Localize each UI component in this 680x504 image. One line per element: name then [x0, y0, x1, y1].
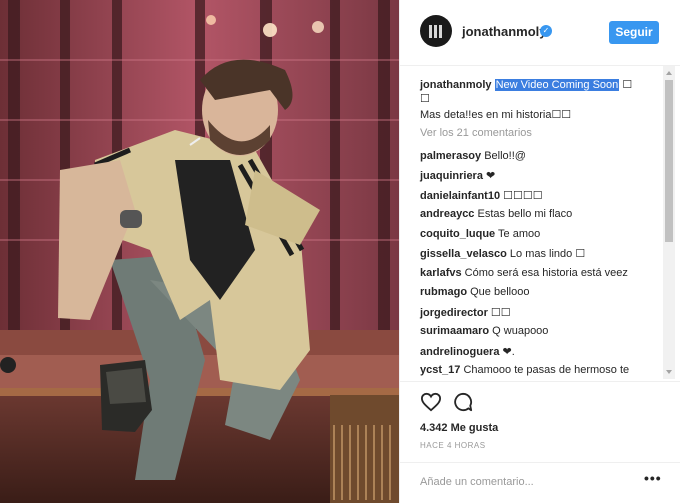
- comment-text: Q wuapooo: [492, 325, 549, 337]
- scroll-down-arrow-icon[interactable]: [666, 370, 672, 374]
- follow-button[interactable]: Seguir: [609, 21, 659, 44]
- caption-line-2: ☐: [420, 93, 430, 105]
- comment: andrelinoguera ❤.: [420, 345, 515, 358]
- comment-username[interactable]: andrelinoguera: [420, 346, 499, 358]
- comment-icon[interactable]: [453, 392, 473, 417]
- comment: rubmago Que bellooo: [420, 286, 529, 298]
- comment-text: Lo mas lindo ☐: [509, 248, 586, 260]
- comment-text: Bello!!@: [484, 150, 526, 162]
- comment-text: Estas bello mi flaco: [477, 208, 573, 220]
- comment-text: Cómo será esa historia está veez: [464, 267, 628, 279]
- comment-username[interactable]: juaquinriera: [420, 170, 483, 182]
- comment: danielainfant10 ☐☐☐☐: [420, 189, 543, 202]
- comment-text: ❤.: [502, 346, 515, 358]
- caption-username[interactable]: jonathanmoly: [420, 79, 492, 91]
- scroll-up-arrow-icon[interactable]: [666, 71, 672, 75]
- comment: karlafvs Cómo será esa historia está vee…: [420, 267, 628, 279]
- comment-text: Te amoo: [498, 228, 541, 240]
- post-actions: 4.342 Me gusta HACE 4 HORAS: [400, 381, 680, 462]
- comment: ycst_17 Chamooo te pasas de hermoso te: [420, 364, 629, 376]
- comment: gissella_velasco Lo mas lindo ☐: [420, 247, 585, 260]
- comment-username[interactable]: surimaamaro: [420, 325, 489, 337]
- caption: jonathanmoly New Video Coming Soon ☐: [420, 78, 632, 91]
- comment-username[interactable]: rubmago: [420, 286, 467, 298]
- likes-count[interactable]: 4.342 Me gusta: [420, 422, 498, 434]
- comment-text: ☐☐: [490, 307, 511, 319]
- header-username[interactable]: jonathanmoly: [462, 24, 547, 39]
- comment-username[interactable]: andreaycc: [420, 208, 474, 220]
- caption-line-3: Mas deta!!es en mi historia☐☐: [420, 109, 572, 121]
- comment-username[interactable]: ycst_17: [420, 364, 460, 376]
- view-all-comments-link[interactable]: Ver los 21 comentarios: [420, 127, 532, 139]
- more-options-icon[interactable]: •••: [644, 470, 662, 486]
- comments-list: jonathanmoly New Video Coming Soon ☐ ☐ M…: [400, 66, 662, 379]
- comment-text: ☐☐☐☐: [503, 190, 543, 202]
- comments-scrollbar[interactable]: [663, 66, 675, 379]
- add-comment-bar: Añade un comentario... •••: [400, 462, 680, 504]
- comment-username[interactable]: karlafvs: [420, 267, 462, 279]
- post-photo[interactable]: [0, 0, 399, 503]
- comment-username[interactable]: palmerasoy: [420, 150, 481, 162]
- post-sidebar: jonathanmoly ✓ Seguir jonathanmoly New V…: [399, 0, 680, 503]
- comment: jorgedirector ☐☐: [420, 306, 511, 319]
- avatar[interactable]: [420, 15, 452, 47]
- caption-highlight: New Video Coming Soon: [494, 79, 620, 91]
- comment: coquito_luque Te amoo: [420, 228, 540, 240]
- comment-text: Chamooo te pasas de hermoso te: [463, 364, 630, 376]
- post-header: jonathanmoly ✓ Seguir: [400, 0, 680, 66]
- verified-badge-icon: ✓: [540, 25, 552, 37]
- comment: juaquinriera ❤: [420, 169, 495, 182]
- comment-username[interactable]: jorgedirector: [420, 307, 488, 319]
- scrollbar-thumb[interactable]: [665, 80, 673, 242]
- heart-icon[interactable]: [420, 392, 442, 417]
- comment-text: Que bellooo: [470, 286, 530, 298]
- comment-username[interactable]: coquito_luque: [420, 228, 495, 240]
- comment: palmerasoy Bello!!@: [420, 150, 526, 162]
- comment-input[interactable]: Añade un comentario...: [420, 473, 635, 491]
- comment: andreaycc Estas bello mi flaco: [420, 208, 572, 220]
- comment: surimaamaro Q wuapooo: [420, 325, 548, 337]
- comment-text: ❤: [486, 170, 496, 182]
- comment-username[interactable]: gissella_velasco: [420, 248, 507, 260]
- post-timestamp: HACE 4 HORAS: [420, 441, 486, 450]
- caption-tail: ☐: [619, 79, 633, 91]
- comment-username[interactable]: danielainfant10: [420, 190, 500, 202]
